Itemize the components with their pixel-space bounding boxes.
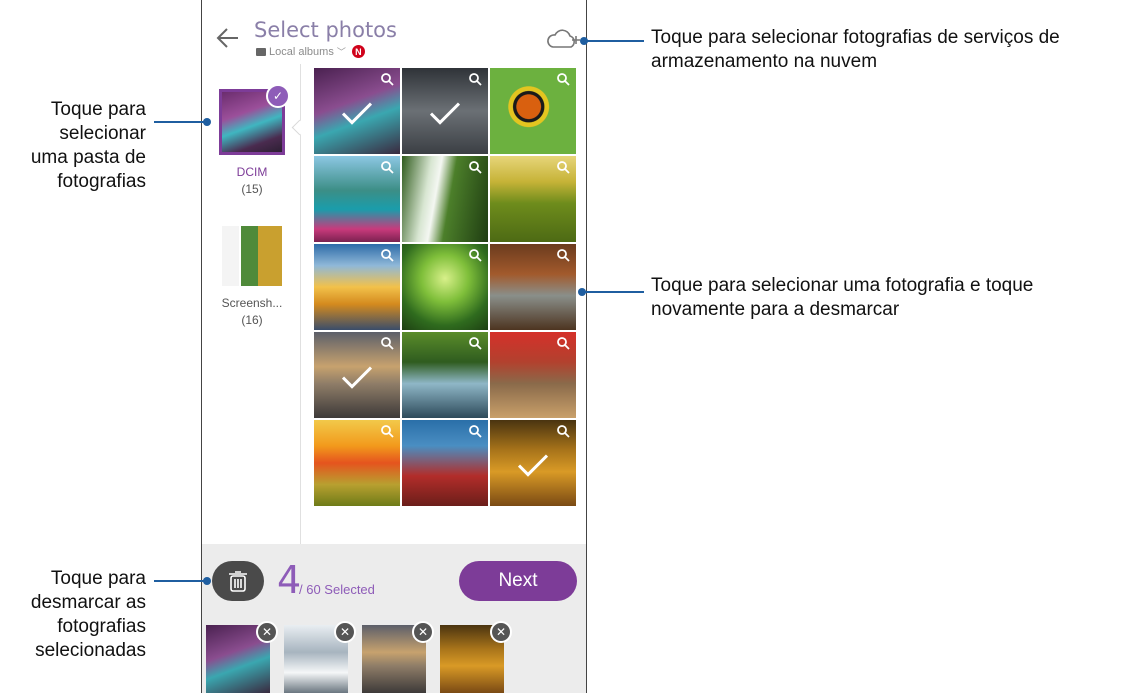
callout-photo: Toque para selecionar uma fotografia e t…	[651, 274, 1121, 322]
zoom-icon[interactable]	[468, 248, 482, 262]
folder-item-dcim[interactable]: ✓ DCIM (15)	[216, 84, 290, 196]
photo-tile[interactable]	[490, 420, 576, 506]
callout-folder-line: selecionar	[59, 123, 146, 144]
callout-folder: Toque para selecionar uma pasta de fotog…	[0, 98, 146, 194]
selected-check-icon	[517, 454, 549, 477]
zoom-icon[interactable]	[380, 160, 394, 174]
callout-folder-line: Toque para	[50, 99, 146, 120]
photo-tile[interactable]	[402, 156, 488, 242]
zoom-icon[interactable]	[380, 336, 394, 350]
zoom-icon[interactable]	[556, 160, 570, 174]
photo-tile[interactable]	[490, 332, 576, 418]
app-header: Select photos Local albums ﹀ N	[202, 0, 586, 64]
photo-grid	[314, 68, 576, 506]
callout-photo-line: Toque para selecionar uma fotografia e t…	[651, 275, 1034, 296]
callout-folder-line: uma pasta de	[30, 147, 146, 168]
callout-deselect-line: desmarcar as	[30, 592, 146, 613]
phone-screen: Select photos Local albums ﹀ N ✓ DCIM (1…	[201, 0, 587, 693]
callout-line-deselect	[154, 580, 208, 582]
folder-selected-check-icon: ✓	[266, 84, 290, 108]
next-button[interactable]: Next	[459, 561, 577, 601]
remove-icon[interactable]: ✕	[256, 621, 278, 643]
photo-tile[interactable]	[402, 68, 488, 154]
zoom-icon[interactable]	[556, 72, 570, 86]
photo-tile[interactable]	[402, 420, 488, 506]
album-selector-label: Local albums	[269, 45, 334, 58]
selected-thumbnail[interactable]: ✕	[284, 621, 356, 693]
selected-thumbnail[interactable]: ✕	[440, 621, 512, 693]
remove-icon[interactable]: ✕	[334, 621, 356, 643]
selected-thumbnail[interactable]: ✕	[206, 621, 278, 693]
selected-check-icon	[341, 366, 373, 389]
photo-tile[interactable]	[490, 244, 576, 330]
cloud-add-icon[interactable]	[545, 28, 581, 50]
zoom-icon[interactable]	[380, 424, 394, 438]
folder-thumbnail	[222, 226, 282, 286]
selected-check-icon	[341, 102, 373, 125]
selection-bar: 4 / 60 Selected Next ✕ ✕ ✕ ✕	[202, 544, 586, 693]
callout-line-photo	[582, 291, 644, 293]
zoom-icon[interactable]	[468, 72, 482, 86]
callout-photo-line: novamente para a desmarcar	[651, 299, 900, 320]
callout-line-folder	[154, 121, 208, 123]
zoom-icon[interactable]	[468, 160, 482, 174]
callout-dot-folder	[203, 118, 211, 126]
new-badge: N	[351, 45, 365, 58]
page-title: Select photos	[254, 18, 397, 42]
folder-count: (15)	[241, 182, 263, 196]
photo-tile[interactable]	[402, 244, 488, 330]
callout-line-cloud	[584, 40, 644, 42]
back-arrow-icon[interactable]	[214, 24, 242, 52]
photo-tile[interactable]	[402, 332, 488, 418]
album-icon	[256, 47, 266, 56]
zoom-icon[interactable]	[380, 248, 394, 262]
selected-check-icon	[429, 102, 461, 125]
folder-count: (16)	[241, 313, 263, 327]
remove-icon[interactable]: ✕	[490, 621, 512, 643]
selected-thumbnail[interactable]: ✕	[362, 621, 434, 693]
folder-name: Screensh...	[221, 296, 283, 310]
callout-deselect-line: fotografias	[57, 616, 146, 637]
chevron-down-icon: ﹀	[336, 47, 346, 57]
selected-count: 4	[277, 558, 302, 602]
photo-tile[interactable]	[314, 420, 400, 506]
trash-icon	[229, 571, 247, 592]
photo-tile[interactable]	[314, 156, 400, 242]
selected-total-label: / 60 Selected	[299, 582, 375, 597]
photo-tile[interactable]	[314, 244, 400, 330]
folder-divider	[300, 64, 301, 544]
callout-dot-deselect	[203, 577, 211, 585]
zoom-icon[interactable]	[380, 72, 394, 86]
callout-deselect-line: selecionadas	[35, 640, 146, 661]
callout-deselect: Toque para desmarcar as fotografias sele…	[0, 567, 146, 663]
folder-item-screenshots[interactable]: Screensh... (16)	[216, 226, 288, 327]
clear-selection-button[interactable]	[212, 561, 264, 601]
zoom-icon[interactable]	[556, 248, 570, 262]
remove-icon[interactable]: ✕	[412, 621, 434, 643]
zoom-icon[interactable]	[468, 424, 482, 438]
photo-tile[interactable]	[490, 68, 576, 154]
callout-dot-photo	[578, 288, 586, 296]
folder-list: ✓ DCIM (15) Screensh... (16)	[202, 64, 302, 544]
folder-thumbnail: ✓	[219, 84, 290, 155]
photo-tile[interactable]	[314, 332, 400, 418]
callout-cloud: Toque para selecionar fotografias de ser…	[651, 27, 1060, 72]
callout-dot-cloud	[580, 37, 588, 45]
zoom-icon[interactable]	[556, 336, 570, 350]
callout-deselect-line: Toque para	[50, 568, 146, 589]
photo-tile[interactable]	[314, 68, 400, 154]
album-selector[interactable]: Local albums ﹀ N	[256, 45, 365, 58]
zoom-icon[interactable]	[556, 424, 570, 438]
zoom-icon[interactable]	[468, 336, 482, 350]
folder-name: DCIM	[236, 165, 268, 179]
callout-folder-line: fotografias	[57, 171, 146, 192]
photo-tile[interactable]	[490, 156, 576, 242]
